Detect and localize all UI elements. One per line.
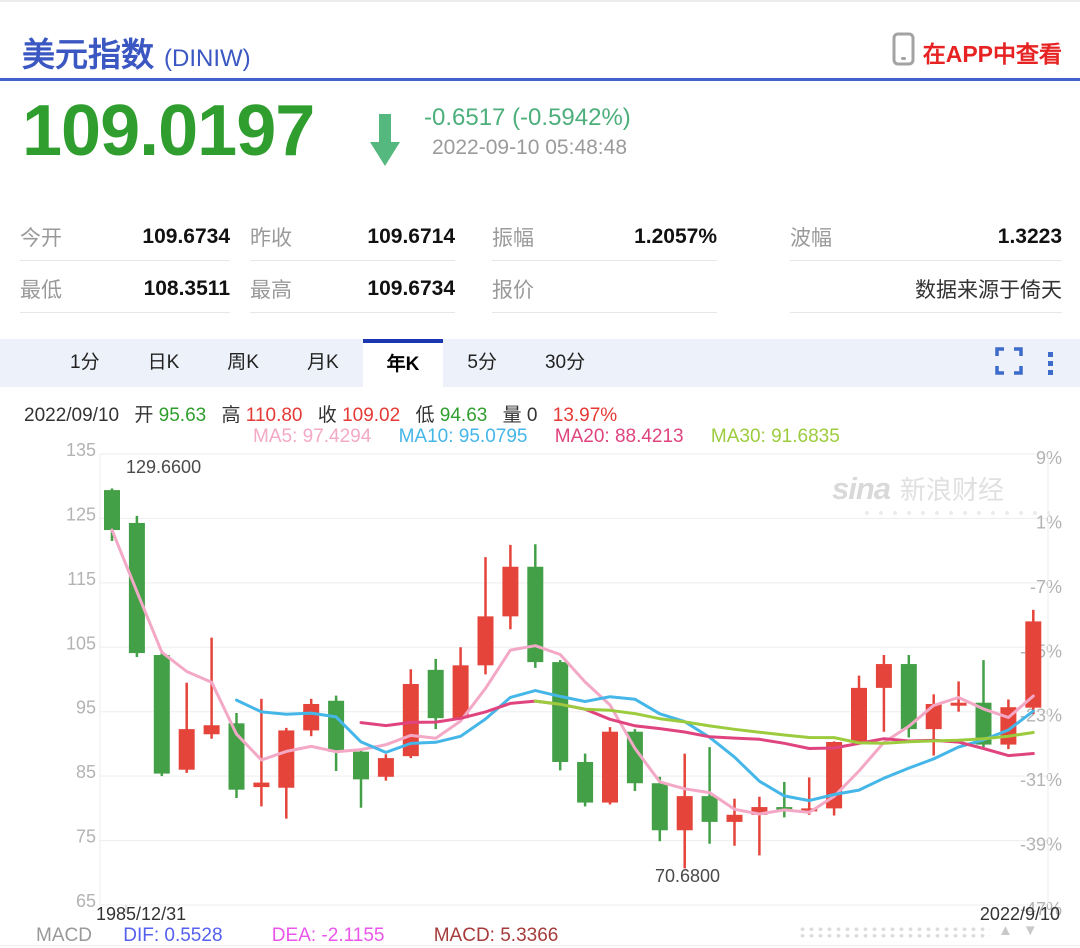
data-source-note: 数据来源于倚天 xyxy=(915,274,1062,304)
stat-label: 最低 xyxy=(20,274,62,304)
stat-amplitude: 振幅 1.2057% xyxy=(492,214,717,261)
watermark-text: 新浪财经 xyxy=(900,475,1004,505)
svg-text:105: 105 xyxy=(66,633,96,653)
down-arrow-icon xyxy=(368,114,402,173)
chart-scrollbar[interactable] xyxy=(798,926,990,939)
stat-label: 昨收 xyxy=(250,222,292,252)
svg-text:85: 85 xyxy=(76,762,96,782)
phone-icon xyxy=(892,32,915,71)
chart-toolbar xyxy=(995,339,1056,387)
period-tabbar: 1分 日K 周K 月K 年K 5分 30分 xyxy=(0,339,1080,387)
tab-yearly[interactable]: 年K xyxy=(363,339,444,387)
open-in-app-label: 在APP中查看 xyxy=(923,35,1062,69)
stat-label: 今开 xyxy=(20,222,62,252)
stat-value: 109.6714 xyxy=(367,225,455,249)
stat-range: 波幅 1.3223 xyxy=(790,214,1062,261)
symbol-code: (DINIW) xyxy=(164,45,251,73)
page-title: 美元指数 xyxy=(22,28,154,76)
dif-value: DIF: 0.5528 xyxy=(123,925,222,946)
svg-text:95: 95 xyxy=(76,698,96,718)
svg-text:-39%: -39% xyxy=(1020,835,1062,855)
tab-daily[interactable]: 日K xyxy=(124,339,204,387)
stat-label: 波幅 xyxy=(790,222,832,252)
macd-label: MACD xyxy=(36,925,92,946)
more-menu-icon[interactable] xyxy=(1045,349,1056,378)
current-price: 109.0197 xyxy=(22,90,314,172)
dea-value: DEA: -2.1155 xyxy=(272,925,385,946)
svg-text:135: 135 xyxy=(66,440,96,460)
svg-text:125: 125 xyxy=(66,504,96,524)
macd-readout: MACD DIF: 0.5528 DEA: -2.1155 MACD: 5.33… xyxy=(36,925,558,947)
sina-watermark: sina 新浪财经 xyxy=(832,470,1050,517)
stat-data-source: 数据来源于倚天 xyxy=(790,266,1062,313)
macd-value: MACD: 5.3366 xyxy=(434,925,559,946)
tab-1min[interactable]: 1分 xyxy=(46,339,124,387)
svg-text:-7%: -7% xyxy=(1030,577,1062,597)
header: 美元指数 (DINIW) xyxy=(22,28,251,76)
high-annotation: 129.6600 xyxy=(126,457,201,478)
stat-high: 最高 109.6734 xyxy=(250,266,455,313)
stat-value: 109.6734 xyxy=(142,225,230,249)
stat-value: 1.2057% xyxy=(634,225,717,249)
tab-weekly[interactable]: 周K xyxy=(203,339,283,387)
svg-text:115: 115 xyxy=(67,569,96,589)
fullscreen-icon[interactable] xyxy=(995,347,1023,380)
svg-text:9%: 9% xyxy=(1036,448,1062,468)
quote-page: 美元指数 (DINIW) 在APP中查看 109.0197 -0.6517 (-… xyxy=(0,0,1080,948)
open-in-app-link[interactable]: 在APP中查看 xyxy=(892,32,1062,71)
stat-low: 最低 108.3511 xyxy=(20,266,230,313)
svg-text:75: 75 xyxy=(76,827,96,847)
stat-prev-close: 昨收 109.6714 xyxy=(250,214,455,261)
tab-5min[interactable]: 5分 xyxy=(443,339,521,387)
stat-label: 振幅 xyxy=(492,222,534,252)
low-annotation: 70.6800 xyxy=(655,866,720,887)
watermark-subtext xyxy=(860,509,1050,517)
zoom-arrows[interactable]: ▲▼ xyxy=(998,922,1048,939)
sina-logo: sina xyxy=(832,471,890,506)
price-change: -0.6517 (-0.5942%) xyxy=(424,104,631,132)
quote-timestamp: 2022-09-10 05:48:48 xyxy=(432,136,627,160)
stat-label: 最高 xyxy=(250,274,292,304)
stat-quote-source: 报价 xyxy=(492,266,717,313)
header-divider xyxy=(0,78,1080,81)
x-axis-start-date: 1985/12/31 xyxy=(96,904,186,925)
svg-text:-31%: -31% xyxy=(1020,770,1062,790)
tab-30min[interactable]: 30分 xyxy=(521,339,609,387)
stat-value: 108.3511 xyxy=(144,277,230,301)
stat-open: 今开 109.6734 xyxy=(20,214,230,261)
tab-monthly[interactable]: 月K xyxy=(283,339,363,387)
stat-label: 报价 xyxy=(492,274,534,304)
stat-value: 1.3223 xyxy=(998,225,1062,249)
stat-value: 109.6734 xyxy=(367,277,455,301)
svg-text:65: 65 xyxy=(76,891,96,911)
